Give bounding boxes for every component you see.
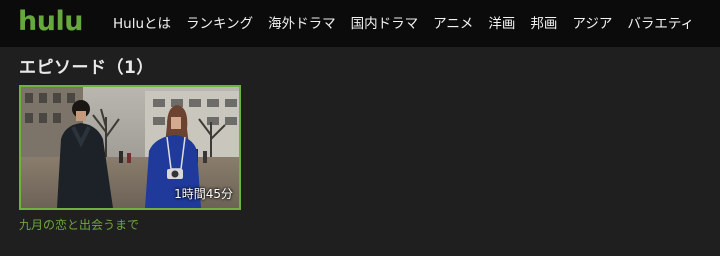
nav-item-ranking[interactable]: ランキング [186,14,253,34]
episode-card[interactable]: 1時間45分 [19,85,241,210]
nav-item-variety[interactable]: バラエティ [627,14,694,34]
top-navigation-bar: hulu Huluとは ランキング 海外ドラマ 国内ドラマ アニメ 洋画 邦画 … [0,0,720,47]
section-title: エピソード（1） [19,58,154,78]
episode-title[interactable]: 九月の恋と出会うまで [19,216,139,234]
episode-duration: 1時間45分 [174,187,233,201]
nav-item-asia[interactable]: アジア [572,14,612,34]
nav-item-domestic-drama[interactable]: 国内ドラマ [351,14,419,34]
nav-item-foreign-film[interactable]: 洋画 [488,14,515,34]
nav-item-overseas-drama[interactable]: 海外ドラマ [268,14,336,34]
hulu-logo[interactable]: hulu [18,6,83,38]
nav-item-anime[interactable]: アニメ [433,14,473,34]
nav-item-japanese-film[interactable]: 邦画 [530,14,557,34]
main-nav: Huluとは ランキング 海外ドラマ 国内ドラマ アニメ 洋画 邦画 アジア バ… [113,0,709,47]
nav-item-about[interactable]: Huluとは [113,14,171,34]
